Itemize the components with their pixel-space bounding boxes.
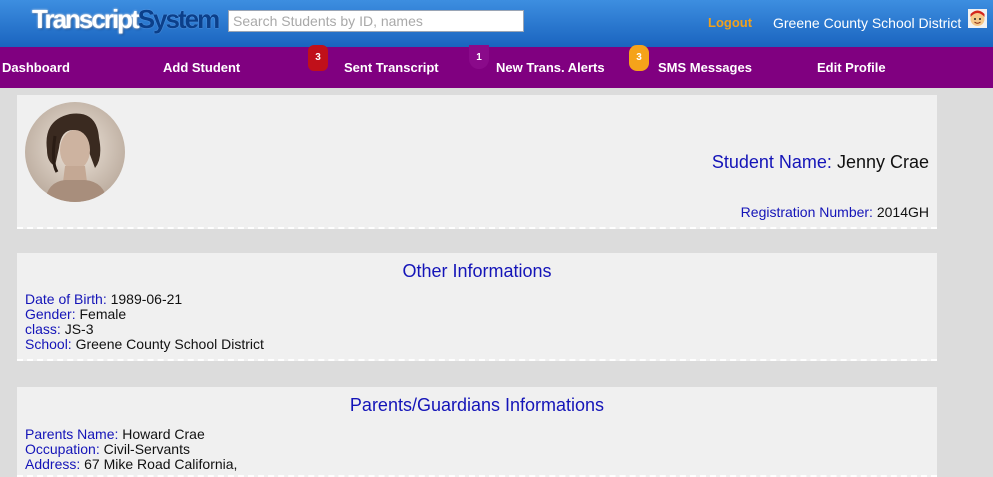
logo-part2: System [137,4,220,34]
student-name-value: Jenny Crae [836,152,929,172]
class-value: JS-3 [64,321,94,337]
nav-sms-messages[interactable]: SMS Messages [658,60,752,75]
dob-label: Date of Birth: [25,291,107,307]
student-name-line: Student Name: Jenny Crae [712,152,929,173]
other-info-title: Other Informations [402,261,552,281]
nav-sent-transcript[interactable]: Sent Transcript [344,60,439,75]
other-info-card: Other Informations Date of Birth: 1989-0… [17,253,937,361]
student-card: Student Name: Jenny Crae Registration Nu… [17,95,937,229]
main-nav: Dashboard Add Student Sent Transcript Ne… [0,47,993,88]
parents-card: Parents/Guardians Informations Parents N… [17,387,937,477]
student-name-label: Student Name: [711,152,832,172]
search-input[interactable] [228,10,524,32]
top-header: TranscriptSystem Logout Greene County Sc… [0,0,993,47]
class-row: class: JS-3 [25,322,264,337]
user-avatar-icon[interactable] [968,9,987,28]
sent-transcript-badge[interactable]: 3 [308,45,328,71]
occupation-label: Occupation: [25,441,100,457]
school-row: School: Greene County School District [25,337,264,352]
occupation-value: Civil-Servants [103,441,190,457]
logout-link[interactable]: Logout [708,15,752,30]
logo-part1: Transcript [32,4,140,34]
student-photo [25,102,125,202]
gender-value: Female [79,306,127,322]
parent-name-label: Parents Name: [25,426,119,442]
nav-new-trans-alerts[interactable]: New Trans. Alerts [496,60,605,75]
parent-name-value: Howard Crae [122,426,205,442]
address-label: Address: [25,456,81,472]
registration-value: 2014GH [876,204,929,220]
dob-row: Date of Birth: 1989-06-21 [25,292,264,307]
gender-label: Gender: [25,306,76,322]
registration-label: Registration Number: [740,204,873,220]
address-row: Address: 67 Mike Road California, [25,457,237,472]
parents-title: Parents/Guardians Informations [349,395,605,415]
new-alerts-badge[interactable]: 1 [469,45,489,69]
dob-value: 1989-06-21 [110,291,183,307]
class-label: class: [25,321,61,337]
sms-badge[interactable]: 3 [629,45,649,71]
school-label: School: [25,336,72,352]
parent-name-row: Parents Name: Howard Crae [25,427,237,442]
occupation-row: Occupation: Civil-Servants [25,442,237,457]
gender-row: Gender: Female [25,307,264,322]
nav-edit-profile[interactable]: Edit Profile [817,60,886,75]
school-value: Greene County School District [75,336,264,352]
nav-add-student[interactable]: Add Student [163,60,240,75]
other-info-fields: Date of Birth: 1989-06-21 Gender: Female… [25,292,264,352]
address-value: 67 Mike Road California, [84,456,238,472]
app-logo[interactable]: TranscriptSystem [32,4,220,34]
nav-dashboard[interactable]: Dashboard [2,60,70,75]
parents-fields: Parents Name: Howard Crae Occupation: Ci… [25,427,237,472]
district-name: Greene County School District [773,15,962,31]
registration-line: Registration Number: 2014GH [741,204,929,220]
